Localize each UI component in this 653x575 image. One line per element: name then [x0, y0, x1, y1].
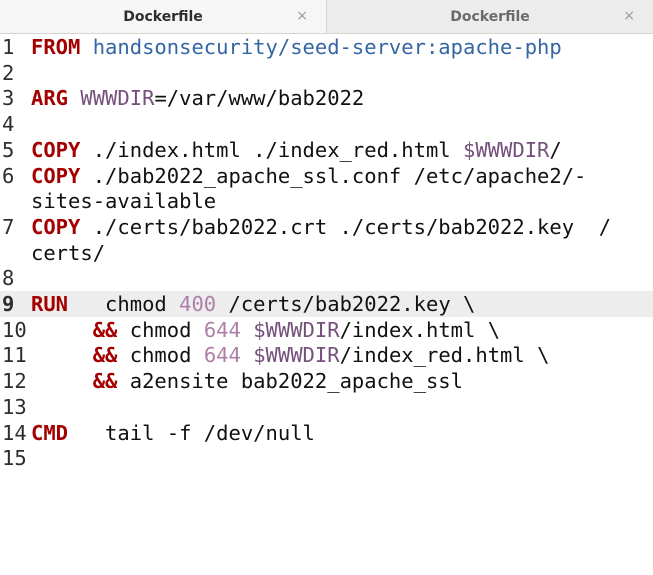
code-text: ARG WWWDIR=/var/www/bab2022 [31, 85, 364, 111]
tab-title: Dockerfile [450, 8, 530, 25]
code-text: sites-available [31, 188, 216, 214]
line-number: 15 [2, 446, 27, 471]
code-line[interactable]: 2 [0, 60, 653, 86]
line-number: 11 [2, 343, 27, 368]
line-number: 6 [2, 163, 15, 188]
line-number: 14 [2, 420, 27, 445]
token-kw: && [92, 343, 118, 368]
code-line[interactable]: 14 CMD tail -f /dev/null [0, 420, 653, 446]
token-img: handsonsecurity/seed-server:apache-php [92, 35, 562, 59]
token-text: chmod [117, 343, 204, 368]
line-number: 5 [2, 137, 15, 162]
tab-dockerfile-active[interactable]: Dockerfile × [0, 0, 327, 33]
line-number: 9 [2, 292, 15, 316]
token-num: 644 [203, 317, 241, 342]
code-editor[interactable]: 1 FROM handsonsecurity/seed-server:apache… [0, 34, 653, 575]
token-kw: COPY [31, 214, 81, 239]
line-number: 10 [2, 317, 27, 342]
token-text: chmod [117, 317, 204, 342]
token-text: certs/ [31, 240, 106, 265]
code-text: certs/ [31, 240, 105, 266]
token-text: chmod [68, 292, 180, 316]
token-kw: COPY [31, 163, 81, 188]
tab-dockerfile-inactive[interactable]: Dockerfile × [327, 0, 653, 33]
code-line[interactable]: certs/ [0, 240, 653, 266]
token-kw: CMD [31, 420, 69, 445]
code-line[interactable]: 11 && chmod 644 $WWWDIR/index_red.html \ [0, 342, 653, 368]
code-line[interactable]: 10 && chmod 644 $WWWDIR/index.html \ [0, 317, 653, 343]
code-line[interactable]: 15 [0, 445, 653, 471]
code-line[interactable]: 3 ARG WWWDIR=/var/www/bab2022 [0, 85, 653, 111]
token-text: /index_red.html \ [339, 343, 550, 368]
code-text: CMD tail -f /dev/null [31, 420, 315, 446]
code-text: RUN chmod 400 /certs/bab2022.key \ [31, 291, 475, 317]
token-kw: RUN [31, 292, 69, 316]
token-kw: ARG [31, 86, 69, 111]
code-text: FROM handsonsecurity/seed-server:apache-… [31, 34, 562, 60]
token-num: 400 [179, 292, 217, 316]
code-text: COPY ./certs/bab2022.crt ./certs/bab2022… [31, 214, 611, 240]
token-kw: COPY [31, 137, 81, 162]
token-text: ./certs/bab2022.crt ./certs/bab2022.key … [80, 214, 612, 239]
line-number: 8 [2, 266, 15, 291]
token-kw: FROM [31, 35, 81, 59]
token-text: /index.html \ [339, 317, 501, 342]
token-var: $WWWDIR [253, 317, 340, 342]
code-line[interactable]: 6 COPY ./bab2022_apache_ssl.conf /etc/apa… [0, 163, 653, 189]
code-line[interactable]: 8 [0, 265, 653, 291]
token-num: 644 [203, 343, 241, 368]
code-line[interactable]: 4 [0, 111, 653, 137]
token-text: sites-available [31, 189, 217, 214]
line-number: 12 [2, 369, 27, 394]
token-var: $WWWDIR [253, 343, 340, 368]
code-line[interactable]: 5 COPY ./index.html ./index_red.html $WWW… [0, 137, 653, 163]
line-number: 4 [2, 112, 15, 137]
code-line[interactable]: 7 COPY ./certs/bab2022.crt ./certs/bab202… [0, 214, 653, 240]
line-number: 7 [2, 214, 15, 239]
code-line[interactable]: 12 && a2ensite bab2022_apache_ssl [0, 368, 653, 394]
token-kw: && [92, 369, 118, 394]
code-text: && chmod 644 $WWWDIR/index.html \ [31, 317, 500, 343]
tab-title: Dockerfile [123, 8, 203, 25]
code-line[interactable]: 13 [0, 394, 653, 420]
code-text: COPY ./bab2022_apache_ssl.conf /etc/apac… [31, 163, 586, 189]
code-text: && a2ensite bab2022_apache_ssl [31, 368, 463, 394]
line-number: 13 [2, 394, 27, 419]
code-line[interactable]: 9 RUN chmod 400 /certs/bab2022.key \ [0, 291, 653, 317]
code-line[interactable]: 1 FROM handsonsecurity/seed-server:apache… [0, 34, 653, 60]
tab-bar: Dockerfile × Dockerfile × [0, 0, 653, 34]
token-text: /certs/bab2022.key \ [216, 292, 476, 316]
token-text: / [549, 137, 562, 162]
close-icon[interactable]: × [296, 8, 308, 24]
line-number: 3 [2, 86, 15, 111]
code-text: COPY ./index.html ./index_red.html $WWWD… [31, 137, 562, 163]
token-var: $WWWDIR [462, 137, 550, 162]
token-text: a2ensite bab2022_apache_ssl [117, 369, 463, 394]
line-number: 2 [2, 60, 15, 85]
token-var: WWWDIR [80, 86, 155, 111]
token-text: tail -f /dev/null [68, 420, 315, 445]
token-text: ./index.html ./index_red.html [80, 137, 463, 162]
token-kw: && [92, 317, 118, 342]
line-number: 1 [2, 35, 15, 59]
code-text: && chmod 644 $WWWDIR/index_red.html \ [31, 342, 550, 368]
close-icon[interactable]: × [623, 8, 635, 24]
token-text: ./bab2022_apache_ssl.conf /etc/apache2/- [80, 163, 587, 188]
token-text: =/var/www/bab2022 [154, 86, 365, 111]
code-line[interactable]: sites-available [0, 188, 653, 214]
